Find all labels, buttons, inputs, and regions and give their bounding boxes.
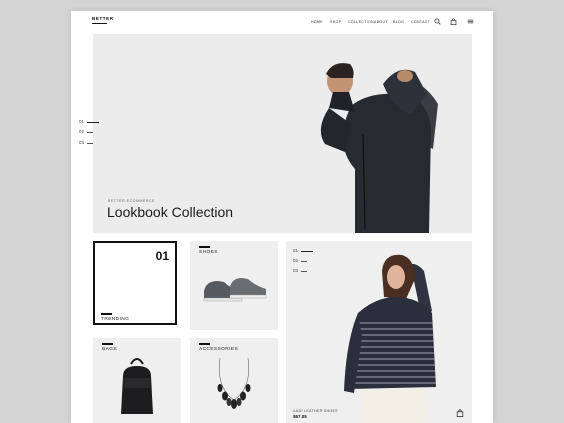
shoes-tile[interactable]: SHOES xyxy=(190,241,278,330)
tile-bar xyxy=(101,313,112,315)
hero-pager-label-1: 01 xyxy=(79,119,85,124)
nav-shop[interactable]: SHOP xyxy=(330,20,341,24)
bag-icon[interactable] xyxy=(450,18,457,25)
search-icon[interactable] xyxy=(434,18,441,25)
add-to-cart-icon[interactable] xyxy=(456,409,464,417)
bag-image xyxy=(121,358,153,414)
feature-pager-label-2: 02 xyxy=(293,258,299,263)
logo-underline xyxy=(92,23,107,24)
product-name: AUDI LEATHER SHOES xyxy=(293,409,338,413)
pager-line xyxy=(87,143,93,144)
hero-kicker: BETTER ECOMMERCE xyxy=(108,199,155,203)
hero-pager-3[interactable]: 03 xyxy=(79,140,93,145)
trending-label: TRENDING xyxy=(101,317,130,322)
nav-contact[interactable]: CONTACT xyxy=(411,20,430,24)
feature-tile[interactable] xyxy=(286,241,472,423)
accessories-tile[interactable]: ACCESSORIES xyxy=(190,338,278,423)
pager-line xyxy=(301,271,307,272)
hero-pager-label-3: 03 xyxy=(79,140,85,145)
product-price: $67.05 xyxy=(293,414,307,419)
menu-icon[interactable] xyxy=(467,18,474,25)
nav-blog[interactable]: BLOG xyxy=(393,20,404,24)
nav-home[interactable]: HOME xyxy=(311,20,323,24)
hero-pager-2[interactable]: 02 xyxy=(79,129,93,134)
pager-active-line xyxy=(87,122,99,123)
pager-active-line xyxy=(301,251,313,252)
feature-pager-label-1: 01 xyxy=(293,248,299,253)
hero-title: Lookbook Collection xyxy=(107,204,234,220)
hero-pager-label-2: 02 xyxy=(79,129,85,134)
page: BETTER HOME SHOP COLLECTION ABOUT BLOG C… xyxy=(71,11,493,423)
feature-pager-label-3: 03 xyxy=(293,268,299,273)
hero-pager-1-outside[interactable]: 01 xyxy=(79,119,99,124)
nav-collection[interactable]: COLLECTION xyxy=(348,20,374,24)
brand-logo[interactable]: BETTER xyxy=(92,16,114,21)
pager-line xyxy=(87,132,93,133)
necklace-image xyxy=(217,357,251,409)
shoes-image xyxy=(203,278,267,302)
nav-about[interactable]: ABOUT xyxy=(374,20,388,24)
trending-number: 01 xyxy=(155,249,169,263)
trending-tile[interactable]: 01 TRENDING xyxy=(93,241,177,325)
feature-pager-2[interactable]: 02 xyxy=(293,258,307,263)
bags-tile[interactable]: BAGS xyxy=(93,338,181,423)
feature-pager-1[interactable]: 01 xyxy=(293,248,313,253)
feature-pager-3[interactable]: 03 xyxy=(293,268,307,273)
pager-line xyxy=(301,261,307,262)
feature-model-image xyxy=(344,254,436,423)
